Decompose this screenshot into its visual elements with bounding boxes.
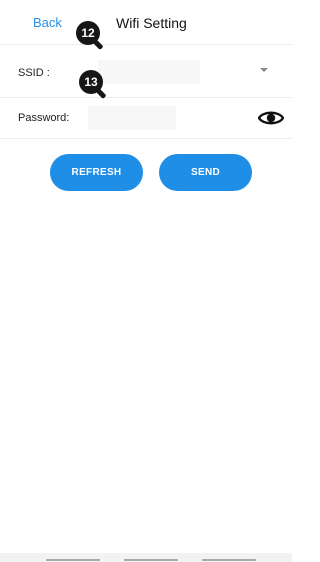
nav-indicator [46,559,100,561]
back-button[interactable]: Back [33,15,62,30]
page-title: Wifi Setting [116,15,187,31]
nav-indicator [202,559,256,561]
eye-icon[interactable] [258,109,284,127]
refresh-button[interactable]: REFRESH [50,154,143,191]
ssid-label: SSID : [18,67,50,79]
password-label: Password: [18,112,70,124]
send-button[interactable]: SEND [159,154,252,191]
ssid-select[interactable] [98,60,200,84]
nav-indicator [124,559,178,561]
annotation-marker-13: 13 [79,70,109,100]
chevron-down-icon[interactable] [260,68,268,72]
top-bar: Back Wifi Setting [0,0,292,45]
password-field[interactable] [88,106,176,130]
